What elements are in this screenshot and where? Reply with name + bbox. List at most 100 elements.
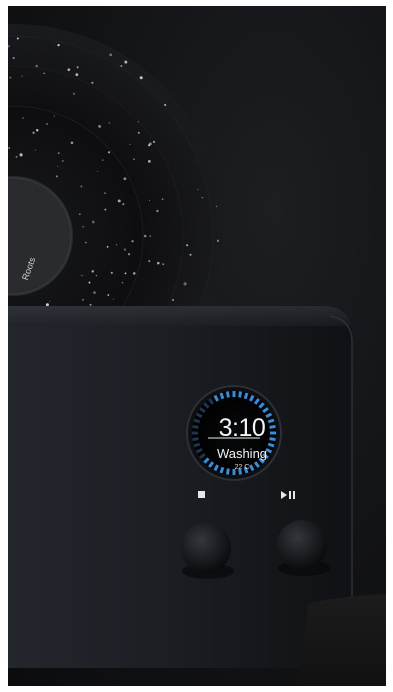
droplet bbox=[57, 165, 59, 167]
droplet bbox=[57, 44, 60, 47]
droplet bbox=[8, 147, 10, 149]
droplet bbox=[157, 261, 160, 265]
droplet bbox=[148, 199, 150, 202]
progress-segment bbox=[192, 437, 199, 442]
droplet bbox=[171, 299, 174, 302]
droplet bbox=[143, 234, 147, 238]
droplet bbox=[215, 205, 218, 208]
droplet bbox=[127, 253, 131, 256]
droplet bbox=[137, 121, 139, 123]
droplet bbox=[98, 125, 102, 128]
droplet bbox=[106, 246, 109, 248]
droplet bbox=[21, 75, 23, 77]
droplet bbox=[131, 240, 134, 243]
droplet bbox=[82, 298, 84, 301]
droplet bbox=[156, 209, 159, 213]
droplet bbox=[129, 143, 131, 145]
droplet bbox=[35, 129, 39, 132]
droplet bbox=[46, 123, 49, 125]
mode-label: Washing bbox=[216, 446, 268, 461]
droplet bbox=[201, 196, 204, 199]
droplet bbox=[80, 185, 83, 188]
droplet bbox=[148, 260, 151, 263]
droplet bbox=[121, 281, 124, 284]
droplet bbox=[75, 73, 79, 77]
temperature-label: 22 C bbox=[234, 464, 250, 471]
droplet bbox=[108, 122, 111, 124]
droplet bbox=[124, 272, 127, 275]
droplet bbox=[12, 56, 15, 60]
droplet bbox=[43, 72, 45, 75]
droplet bbox=[104, 192, 106, 194]
droplet bbox=[149, 235, 152, 238]
droplet bbox=[122, 203, 125, 206]
device-top-edge bbox=[8, 306, 351, 326]
droplet bbox=[101, 159, 104, 161]
droplet bbox=[148, 142, 152, 146]
droplet bbox=[197, 188, 199, 191]
droplet bbox=[123, 177, 127, 181]
droplet bbox=[216, 239, 220, 242]
droplet bbox=[189, 253, 192, 256]
droplet bbox=[34, 149, 37, 151]
droplet bbox=[9, 76, 12, 79]
progress-segment bbox=[225, 391, 230, 398]
droplet bbox=[153, 140, 155, 143]
droplet bbox=[133, 158, 135, 160]
droplet bbox=[107, 151, 111, 154]
droplet bbox=[162, 263, 165, 266]
droplet bbox=[104, 208, 107, 211]
droplet bbox=[88, 281, 91, 284]
droplet bbox=[91, 220, 95, 224]
droplet bbox=[137, 131, 140, 134]
droplet bbox=[19, 153, 23, 157]
device-body bbox=[8, 306, 352, 668]
progress-segment bbox=[193, 442, 201, 448]
droplet bbox=[147, 159, 151, 163]
droplet bbox=[45, 303, 49, 307]
progress-segment bbox=[243, 392, 249, 400]
stop-icon bbox=[198, 491, 205, 498]
floor-mat bbox=[298, 594, 386, 686]
timer-readout: 3:10 bbox=[218, 414, 266, 442]
droplet bbox=[15, 155, 18, 158]
droplet bbox=[164, 104, 167, 106]
droplet bbox=[67, 68, 71, 72]
droplet bbox=[186, 244, 189, 247]
droplet bbox=[115, 244, 118, 246]
droplet bbox=[53, 115, 55, 117]
droplet bbox=[78, 213, 81, 216]
progress-segment bbox=[193, 418, 201, 424]
droplet bbox=[70, 141, 74, 145]
progress-segment bbox=[219, 392, 225, 400]
cleaner-device bbox=[8, 306, 353, 668]
droplet bbox=[76, 66, 79, 69]
droplet bbox=[89, 303, 92, 306]
droplet bbox=[91, 270, 94, 273]
droplet bbox=[49, 300, 51, 303]
droplet bbox=[55, 175, 58, 178]
droplet bbox=[132, 272, 136, 275]
droplet bbox=[124, 60, 128, 64]
scene bbox=[8, 24, 386, 686]
droplet bbox=[82, 226, 84, 228]
droplet bbox=[123, 248, 127, 251]
droplet bbox=[139, 76, 143, 80]
droplet bbox=[57, 152, 60, 155]
droplet bbox=[32, 131, 35, 134]
progress-segment bbox=[192, 424, 199, 429]
droplet bbox=[97, 170, 99, 172]
droplet bbox=[61, 159, 64, 162]
droplet bbox=[95, 274, 97, 277]
droplet bbox=[161, 198, 164, 201]
droplet bbox=[112, 298, 115, 300]
droplet bbox=[85, 241, 87, 244]
droplet bbox=[109, 53, 113, 57]
droplet bbox=[107, 294, 110, 297]
droplet bbox=[183, 282, 187, 286]
droplet bbox=[35, 64, 38, 68]
droplet bbox=[91, 81, 94, 84]
droplet bbox=[22, 117, 24, 119]
droplet bbox=[72, 92, 76, 95]
droplet bbox=[110, 271, 113, 274]
